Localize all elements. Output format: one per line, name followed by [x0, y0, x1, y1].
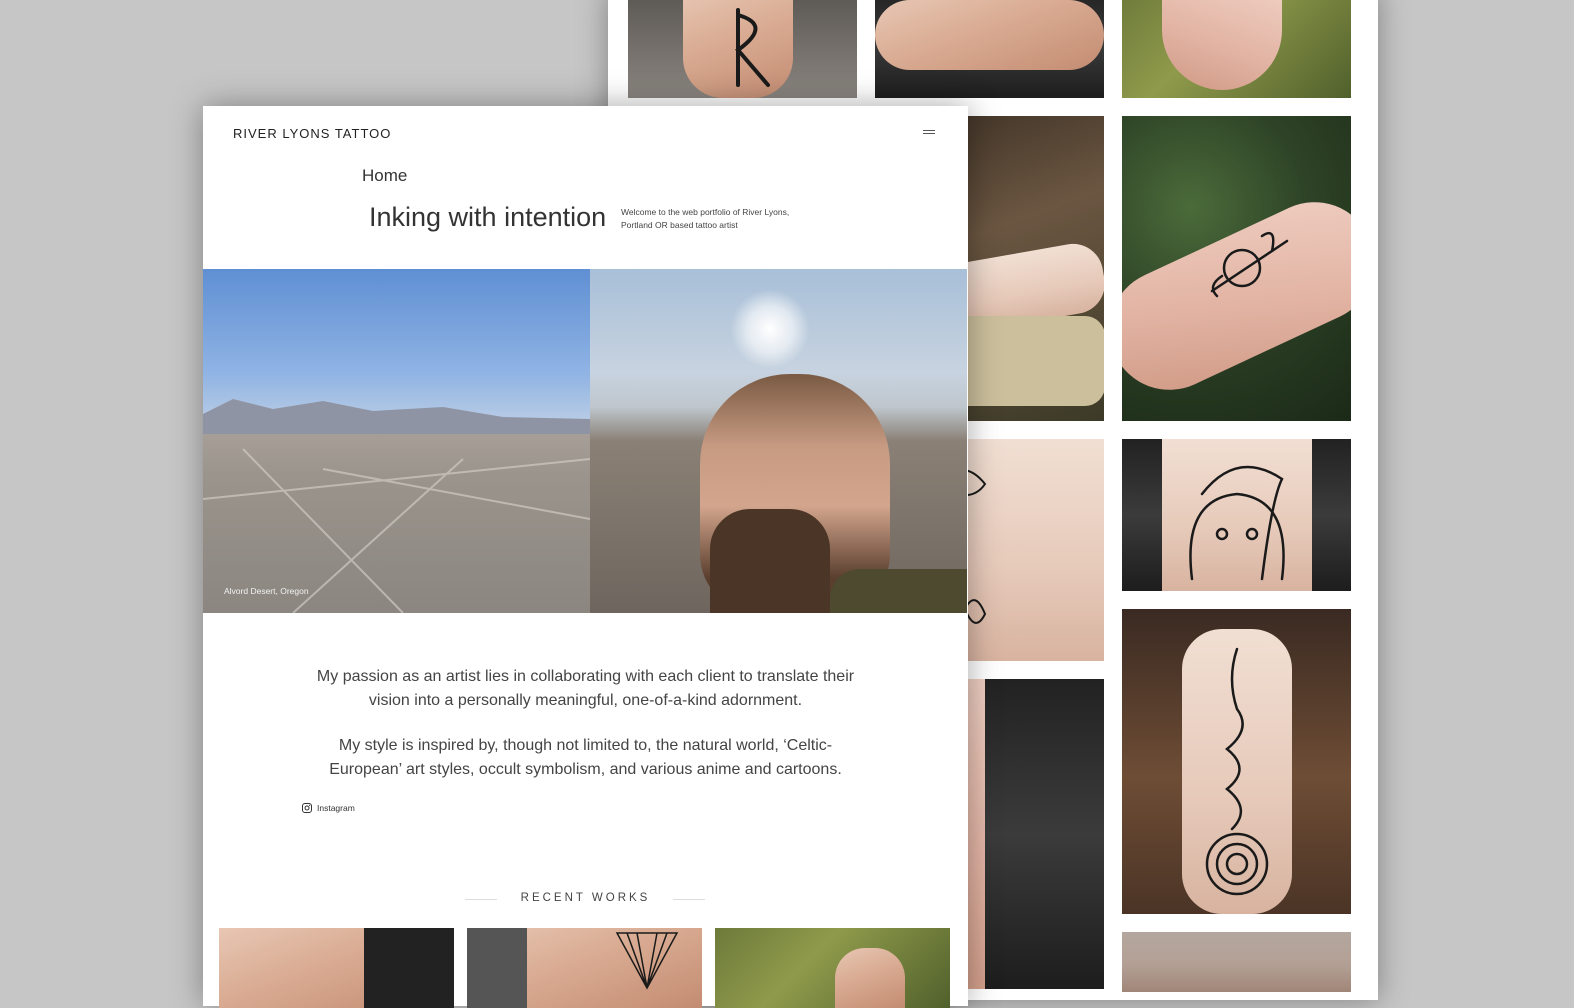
geometric-tattoo-icon	[615, 932, 679, 990]
person-beard	[710, 509, 830, 613]
gallery-photo-ankle[interactable]	[875, 0, 1104, 98]
gallery-photo-forearm-symbol[interactable]	[1122, 116, 1351, 421]
gallery-photo-totoro[interactable]	[1122, 439, 1351, 591]
recent-work-2[interactable]	[467, 928, 702, 1008]
page-heading: Inking with intention	[369, 202, 607, 232]
menu-button[interactable]	[923, 128, 935, 138]
lizard-spiral-icon	[1205, 647, 1269, 896]
section-divider-right	[673, 899, 705, 900]
instagram-icon	[302, 803, 312, 813]
home-page: RIVER LYONS TATTOO Home Inking with inte…	[203, 106, 968, 1008]
recent-work-3[interactable]	[715, 928, 950, 1008]
totoro-icon	[1189, 465, 1285, 581]
hero-desert-photo: Alvord Desert, Oregon	[203, 269, 590, 613]
sun-icon	[730, 289, 810, 369]
person-jacket	[830, 569, 967, 613]
instagram-label: Instagram	[317, 803, 355, 813]
hero-portrait-photo	[590, 269, 967, 613]
welcome-text: Welcome to the web portfolio of River Ly…	[621, 207, 790, 230]
gallery-photo-rune-ankle[interactable]	[628, 0, 857, 98]
desert-mountains-icon	[203, 399, 590, 613]
symbol-icon	[1210, 231, 1289, 298]
menu-icon-line	[923, 133, 935, 134]
site-title[interactable]: RIVER LYONS TATTOO	[233, 126, 391, 141]
about-paragraph-2: My style is inspired by, though not limi…	[329, 737, 842, 778]
rune-icon	[735, 8, 770, 87]
menu-icon-line	[923, 130, 935, 131]
nav-home-link[interactable]: Home	[362, 166, 407, 186]
gallery-photo-lizard-spiral[interactable]	[1122, 609, 1351, 914]
hero-caption: Alvord Desert, Oregon	[224, 586, 309, 596]
instagram-link[interactable]: Instagram	[302, 803, 355, 813]
recent-works-heading: RECENT WORKS	[520, 892, 651, 904]
about-paragraph-1: My passion as an artist lies in collabor…	[316, 668, 855, 709]
recent-work-1[interactable]	[219, 928, 454, 1008]
gallery-photo-foot[interactable]	[1122, 0, 1351, 98]
gallery-photo-bottom[interactable]	[1122, 932, 1351, 992]
